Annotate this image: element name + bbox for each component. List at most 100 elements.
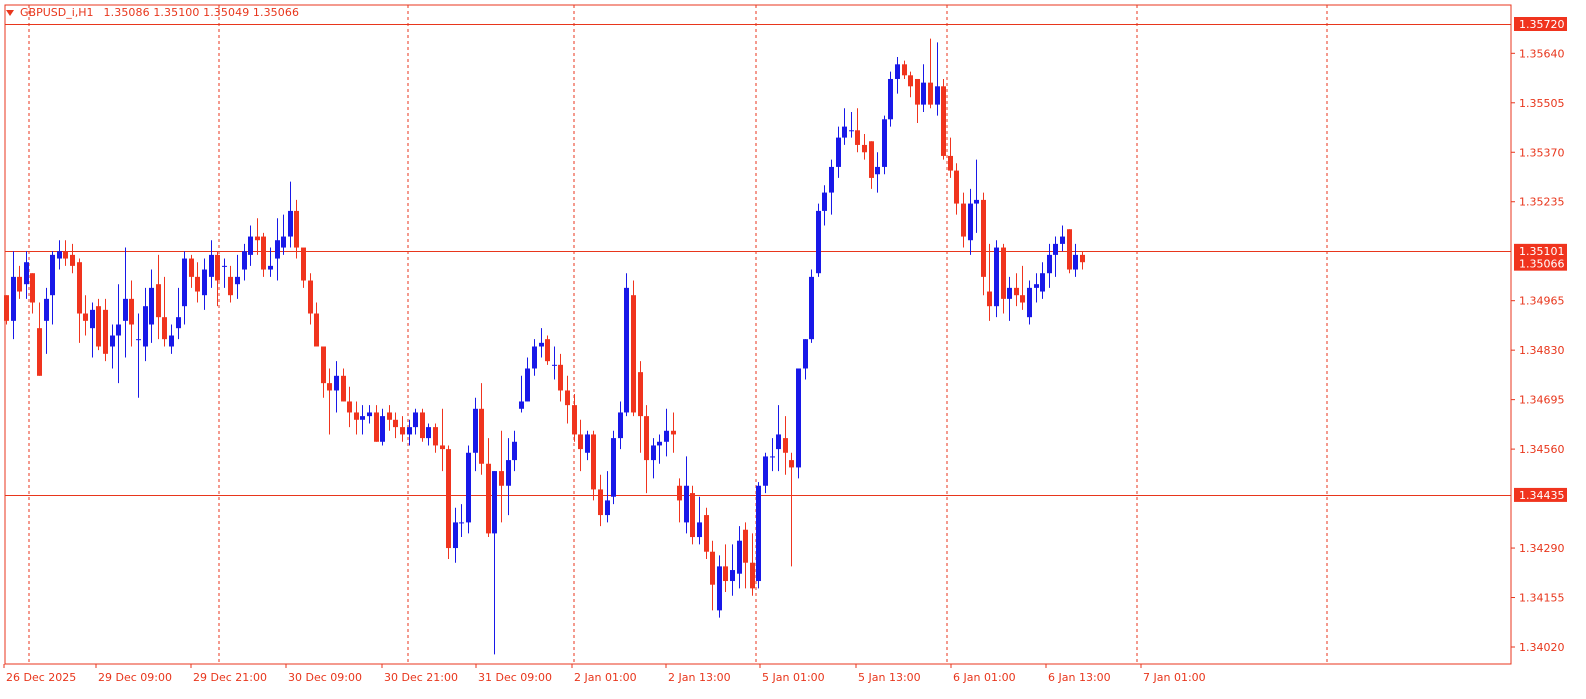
- candle-body: [657, 441, 662, 446]
- candle-body: [552, 364, 557, 366]
- candle-body: [261, 236, 266, 270]
- candle-body: [11, 276, 16, 321]
- candle: [888, 71, 893, 127]
- candle-body: [228, 276, 233, 296]
- candle-body: [162, 317, 167, 340]
- candle-body: [816, 210, 821, 274]
- candle-body: [803, 339, 808, 369]
- candle-body: [770, 456, 775, 458]
- candle-body: [116, 324, 121, 336]
- candle-body: [308, 280, 313, 314]
- symbol-info[interactable]: GBPUSD_i,H1 1.35086 1.35100 1.35049 1.35…: [6, 6, 299, 19]
- candle-body: [994, 247, 999, 307]
- candle-body: [255, 236, 260, 241]
- candle-body: [268, 265, 273, 270]
- symbol-timeframe: GBPUSD_i,H1: [20, 6, 94, 19]
- candle-body: [836, 137, 841, 167]
- candle-body: [869, 141, 874, 178]
- candle-body: [565, 390, 570, 406]
- candle: [96, 298, 101, 351]
- candle-body: [380, 416, 385, 442]
- candle-body: [545, 339, 550, 362]
- candle-body: [347, 401, 352, 413]
- candle-body: [710, 551, 715, 585]
- candle-body: [149, 287, 154, 325]
- candle-body: [413, 412, 418, 428]
- candle-body: [1073, 254, 1078, 270]
- ohlc-values: 1.35086 1.35100 1.35049 1.35066: [103, 6, 300, 19]
- candle-body: [578, 434, 583, 450]
- candle-body: [928, 82, 933, 105]
- candle-body: [17, 276, 22, 292]
- time-tick-label: 2 Jan 13:00: [668, 671, 731, 684]
- time-tick-label: 29 Dec 09:00: [98, 671, 172, 684]
- candle-body: [750, 562, 755, 589]
- candle: [809, 269, 814, 343]
- candle-body: [796, 368, 801, 468]
- candle-body: [525, 368, 530, 402]
- candle-body: [921, 82, 926, 105]
- candle-body: [433, 427, 438, 446]
- candle-body: [875, 166, 880, 175]
- candle-body: [63, 251, 68, 259]
- time-tick-label: 5 Jan 13:00: [858, 671, 921, 684]
- candle-body: [684, 485, 689, 523]
- candle-body: [1007, 287, 1012, 299]
- candle-body: [473, 408, 478, 453]
- price-chart[interactable]: 1.35640 1.35505 1.35370 1.35235 1.34965 1.348…: [0, 0, 1586, 699]
- candle-body: [50, 254, 55, 296]
- candle: [631, 280, 636, 417]
- price-label-text-resistance: 1.35720: [1519, 18, 1565, 31]
- candle: [545, 335, 550, 365]
- candle-body: [24, 262, 29, 285]
- candle-body: [941, 86, 946, 156]
- candle-body: [96, 306, 101, 347]
- candle-body: [202, 269, 207, 296]
- candle-body: [30, 273, 35, 303]
- chart-background: [0, 0, 1586, 699]
- candle-body: [275, 240, 280, 259]
- candle-body: [644, 416, 649, 461]
- candle-body: [783, 438, 788, 453]
- price-tick-label: 1.35505: [1519, 97, 1565, 110]
- price-label-text-support: 1.34435: [1519, 489, 1565, 502]
- candle-body: [400, 427, 405, 435]
- candle: [796, 368, 801, 479]
- candle-body: [789, 460, 794, 468]
- candle-body: [492, 471, 497, 534]
- price-tick-label: 1.34290: [1519, 542, 1565, 555]
- candle-body: [70, 254, 75, 266]
- candle-body: [704, 515, 709, 552]
- candle-body: [756, 485, 761, 582]
- price-tick-label: 1.34020: [1519, 641, 1565, 654]
- candle-body: [822, 192, 827, 211]
- candle-body: [572, 405, 577, 435]
- candle: [882, 115, 887, 175]
- candle-body: [235, 276, 240, 285]
- candle-body: [1047, 254, 1052, 274]
- candle-body: [466, 452, 471, 523]
- candle-body: [486, 463, 491, 534]
- candle-body: [717, 566, 722, 611]
- candle-body: [829, 166, 834, 193]
- candle-body: [519, 401, 524, 409]
- candle-body: [611, 438, 616, 497]
- candle-body: [723, 566, 728, 582]
- collapse-triangle-icon[interactable]: [6, 9, 14, 16]
- price-tick-label: 1.34155: [1519, 592, 1565, 605]
- candle-body: [1027, 287, 1032, 318]
- candle: [624, 273, 629, 417]
- candle-body: [605, 500, 610, 516]
- price-label-text-bid: 1.35066: [1519, 258, 1565, 271]
- candle-body: [908, 75, 913, 87]
- candle-body: [446, 449, 451, 549]
- chart-window[interactable]: 1.35640 1.35505 1.35370 1.35235 1.34965 1.348…: [0, 0, 1586, 699]
- candle-body: [895, 64, 900, 79]
- candle-body: [697, 522, 702, 538]
- time-tick-label: 29 Dec 21:00: [193, 671, 267, 684]
- candle-body: [539, 342, 544, 347]
- candle-body: [281, 236, 286, 248]
- price-tick-label: 1.35235: [1519, 196, 1565, 209]
- candle-body: [288, 210, 293, 237]
- candle-body: [499, 471, 504, 486]
